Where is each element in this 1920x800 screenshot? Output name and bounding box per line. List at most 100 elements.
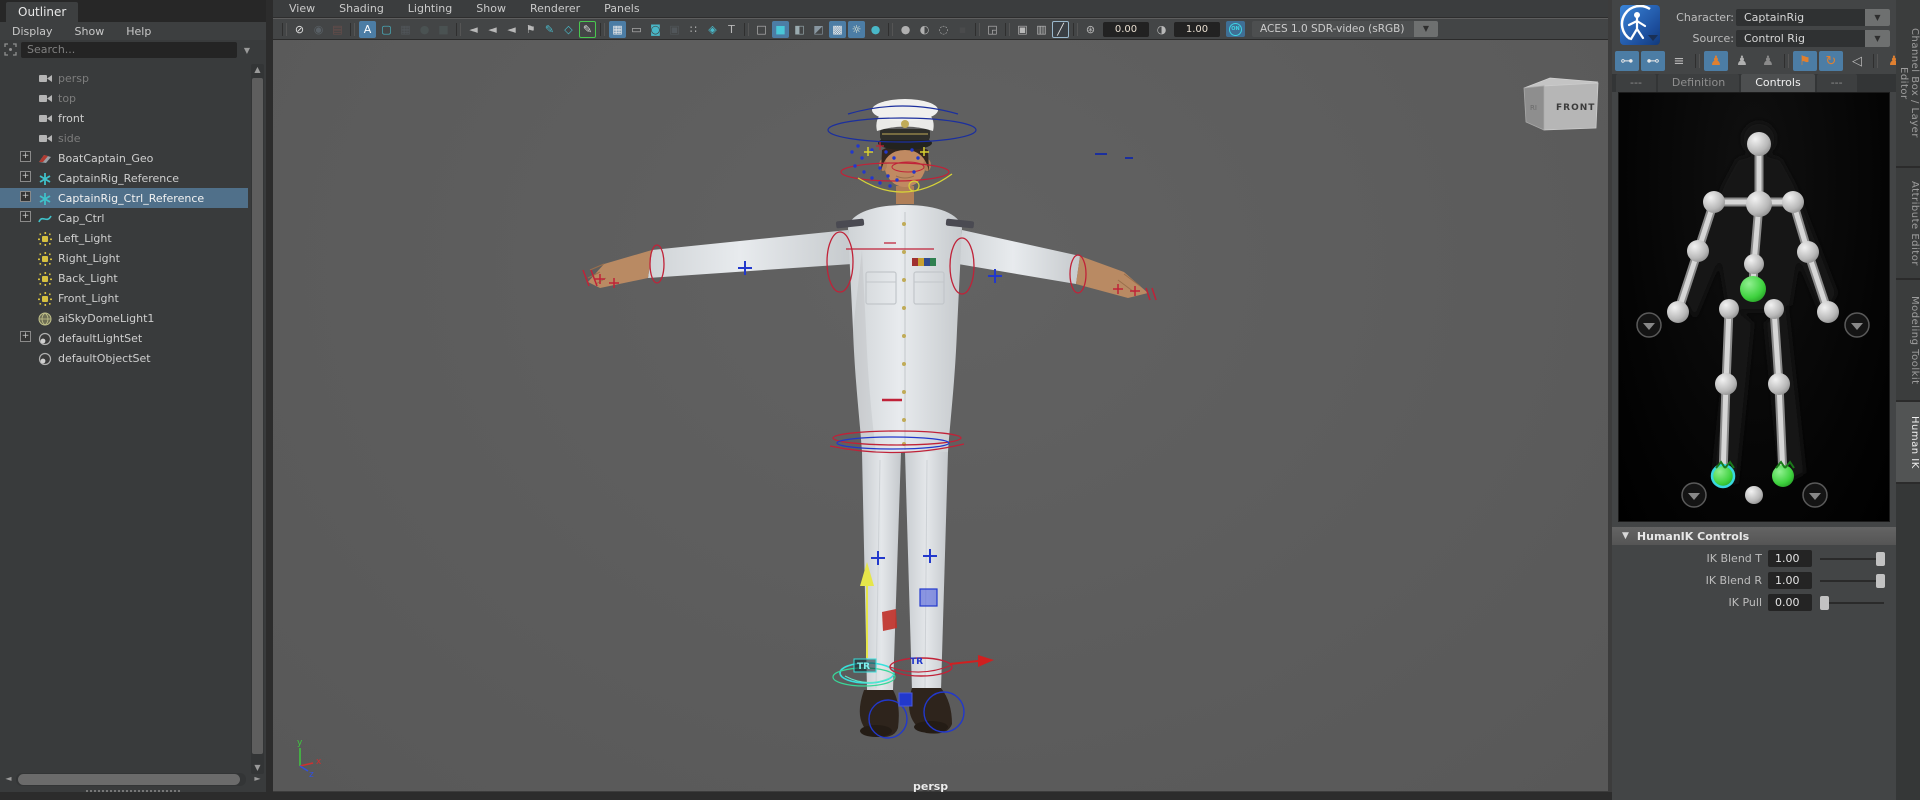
gamma-icon[interactable]: ◑ [1153,21,1170,38]
motion-blur-icon[interactable]: ◐ [916,21,933,38]
view-cube[interactable]: FRONT RI [1523,77,1599,131]
default-material-icon[interactable]: ◩ [810,21,827,38]
field-chart-icon[interactable]: ∷ [685,21,702,38]
resolution-gate-icon[interactable]: ◙ [647,21,664,38]
slider-value-field[interactable]: 1.00 [1768,572,1812,589]
viewport-menu-show[interactable]: Show [476,2,506,15]
viewport-menu-panels[interactable]: Panels [604,2,639,15]
slider-value-field[interactable]: 1.00 [1768,550,1812,567]
viewport-menu-view[interactable]: View [289,2,315,15]
safe-title-icon[interactable]: T [723,21,740,38]
bone-full-icon[interactable]: ⊶ [1615,51,1639,71]
shadows-icon[interactable]: ● [867,21,884,38]
slider-handle[interactable] [1820,596,1829,610]
viewport-menu-renderer[interactable]: Renderer [530,2,580,15]
outliner-item-persp[interactable]: persp [0,68,248,88]
outliner-item-CaptainRig_Ctrl_Reference[interactable]: + CaptainRig_Ctrl_Reference [0,188,248,208]
dim-cube-icon[interactable]: ■ [435,21,452,38]
outliner-item-BoatCaptain_Geo[interactable]: + BoatCaptain_Geo [0,148,248,168]
view-cube-side-label[interactable]: RI [1530,104,1537,112]
outliner-hscroll-thumb[interactable] [18,774,240,785]
outliner-item-defaultObjectSet[interactable]: defaultObjectSet [0,348,248,368]
outliner-menu-display[interactable]: Display [12,25,53,38]
outliner-item-side[interactable]: side [0,128,248,148]
dim-sphere-icon[interactable]: ● [416,21,433,38]
scroll-up-icon[interactable]: ▲ [251,64,264,76]
expand-toggle-icon[interactable]: + [20,191,31,202]
pin-rotate-icon[interactable]: ↻ [1819,51,1843,71]
outliner-item-Right_Light[interactable]: Right_Light [0,248,248,268]
outliner-item-Back_Light[interactable]: Back_Light [0,268,248,288]
filter-icon[interactable] [3,42,18,57]
oscilloscope-icon[interactable]: ▦ [397,21,414,38]
exposure-field[interactable]: 0.00 [1103,21,1149,37]
gamma-field[interactable]: 1.00 [1174,21,1220,37]
slider-track[interactable] [1820,596,1884,610]
outliner-item-front[interactable]: front [0,108,248,128]
textured-icon[interactable]: ◧ [791,21,808,38]
camera-settings-icon[interactable]: ◄ [503,21,520,38]
expand-toggle-icon[interactable]: + [20,151,31,162]
chevron-down-icon[interactable]: ▼ [1414,21,1438,37]
lighting-icon[interactable]: ☼ [848,20,865,38]
expand-toggle-icon[interactable]: + [20,171,31,182]
xray-active-icon[interactable]: ▥ [1033,21,1050,38]
outliner-vscroll-thumb[interactable] [252,78,263,754]
dock-tab-attribute-editor[interactable]: Attribute Editor [1896,168,1920,280]
expand-toggle-icon[interactable]: + [20,331,31,342]
tab-controls[interactable]: Controls [1741,74,1815,92]
snap-move-icon[interactable]: ◇ [560,21,577,38]
select-camera-icon[interactable]: ◄ [465,21,482,38]
humanik-character-picker[interactable] [1618,92,1890,522]
exposure-icon[interactable]: ⊛ [1082,21,1099,38]
humanik-controls-header[interactable]: ▼ HumanIK Controls [1612,527,1896,545]
film-gate-icon[interactable]: ▭ [628,21,645,38]
outliner-item-CaptainRig_Reference[interactable]: + CaptainRig_Reference [0,168,248,188]
slider-handle[interactable] [1876,574,1885,588]
isolate-select-icon[interactable]: ◲ [984,21,1001,38]
pin-translate-icon[interactable]: ⚑ [1793,51,1817,71]
panel-splitter[interactable] [266,0,273,800]
slider-track[interactable] [1820,574,1885,588]
search-input[interactable]: Search... [21,42,237,58]
dock-tab-channel-box-layer-editor[interactable]: Channel Box / Layer Editor [1896,0,1920,168]
scroll-right-icon[interactable]: ► [251,773,264,785]
xray-icon[interactable]: ▩ [829,20,846,38]
outliner-item-defaultLightSet[interactable]: + defaultLightSet [0,328,248,348]
grid-icon[interactable]: ▦ [609,20,626,38]
viewport-menu-shading[interactable]: Shading [339,2,384,15]
ssao-icon[interactable]: ● [897,21,914,38]
bone-part-icon[interactable]: ⊷ [1641,51,1665,71]
dock-tab-human-ik[interactable]: Human IK [1896,402,1920,484]
outliner-menu-show[interactable]: Show [75,25,105,38]
tab-blank[interactable]: --- [1616,74,1656,92]
scroll-left-icon[interactable]: ◄ [2,773,15,785]
lock-camera-icon[interactable]: ⊘ [291,21,308,38]
view-transform-dropdown[interactable]: ACES 1.0 SDR-video (sRGB) ▼ [1252,21,1438,37]
bookmarks-icon[interactable]: ▤ [329,21,346,38]
wireframe-icon[interactable]: □ [753,21,770,38]
image-plane-icon[interactable]: A [359,20,376,38]
2d-pan-zoom-icon[interactable]: ▢ [378,21,395,38]
figure-full-body-icon[interactable]: ♟ [1704,51,1728,71]
chevron-down-icon[interactable]: ▼ [1865,30,1890,47]
slider-value-field[interactable]: 0.00 [1768,594,1812,611]
humanik-logo-icon[interactable] [1620,5,1660,45]
grease-pencil-icon[interactable]: ✎ [541,21,558,38]
figure-body-part-icon[interactable]: ♟ [1730,51,1754,71]
character-dropdown[interactable]: CaptainRig ▼ [1736,9,1890,26]
plane-edit-icon[interactable]: ╱ [1052,20,1069,38]
dock-tab-modeling-toolkit[interactable]: Modeling Toolkit [1896,280,1920,402]
slider-track[interactable] [1820,552,1885,566]
anti-alias-icon[interactable]: ▪ [954,21,971,38]
collapse-triangle-icon[interactable]: ▼ [1622,531,1629,541]
lock-camera-view-icon[interactable]: ◄ [484,21,501,38]
figure-selection-icon[interactable]: ♟ [1756,51,1780,71]
outliner-item-Left_Light[interactable]: Left_Light [0,228,248,248]
outliner-item-aiSkyDomeLight1[interactable]: aiSkyDomeLight1 [0,308,248,328]
tr-label-left[interactable]: TR [857,662,870,672]
outliner-horizontal-scrollbar[interactable]: ◄ ► [2,772,264,787]
camera-attributes-icon[interactable]: ◉ [310,21,327,38]
xray-display-icon[interactable]: ▣ [1014,21,1031,38]
safe-action-icon[interactable]: ◈ [704,21,721,38]
